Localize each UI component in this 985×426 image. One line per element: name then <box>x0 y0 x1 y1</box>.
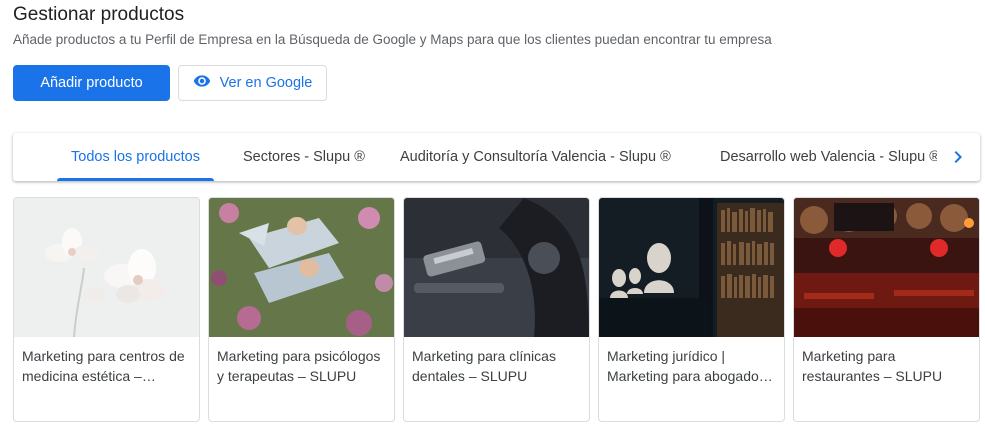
product-card[interactable]: Marketing jurídico | Marketing para abog… <box>598 197 785 422</box>
tab-label: Todos los productos <box>71 149 200 165</box>
tab-auditoria[interactable]: Auditoría y Consultoría Valencia - Slupu… <box>400 133 671 181</box>
product-image <box>599 198 784 337</box>
tab-label: Auditoría y Consultoría Valencia - Slupu… <box>400 149 671 165</box>
add-product-button[interactable]: Añadir producto <box>13 65 170 101</box>
product-card[interactable]: Marketing para psicólogos y terapeutas –… <box>208 197 395 422</box>
product-name: Marketing para restaurantes – SLUPU <box>802 348 943 384</box>
page-title: Gestionar productos <box>13 4 185 25</box>
active-tab-indicator <box>57 178 214 181</box>
product-card[interactable]: Marketing para clínicas dentales – SLUPU <box>403 197 590 422</box>
product-name: Marketing jurídico | Marketing para abog… <box>607 348 766 384</box>
view-on-google-button[interactable]: Ver en Google <box>178 65 327 101</box>
tab-desarrollo-web[interactable]: Desarrollo web Valencia - Slupu ® <box>720 133 937 181</box>
eye-icon <box>193 72 211 94</box>
product-image <box>794 198 979 337</box>
view-on-google-label: Ver en Google <box>219 75 313 91</box>
tab-label: Desarrollo web Valencia - Slupu ® <box>720 149 937 165</box>
product-image <box>14 198 199 337</box>
chevron-right-icon[interactable] <box>946 145 970 169</box>
product-card[interactable]: Marketing para restaurantes – SLUPU <box>793 197 980 422</box>
page-subtitle: Añade productos a tu Perfil de Empresa e… <box>13 32 772 47</box>
product-card[interactable]: Marketing para centros de medicina estét… <box>13 197 200 422</box>
product-category-tabs: Todos los productos Sectores - Slupu ® A… <box>13 133 980 181</box>
product-name: Marketing para clínicas dentales – SLUPU <box>412 348 556 384</box>
tab-overflow-clip: Desarrollo web Valencia - Slupu ® <box>720 133 937 181</box>
tab-label: Sectores - Slupu ® <box>243 149 365 165</box>
product-image <box>404 198 589 337</box>
product-name: Marketing para psicólogos y terapeutas –… <box>217 348 381 384</box>
tab-all-products[interactable]: Todos los productos <box>57 133 214 181</box>
tab-sectores[interactable]: Sectores - Slupu ® <box>243 133 365 181</box>
product-image <box>209 198 394 337</box>
product-name: Marketing para centros de medicina estét… <box>22 348 185 384</box>
